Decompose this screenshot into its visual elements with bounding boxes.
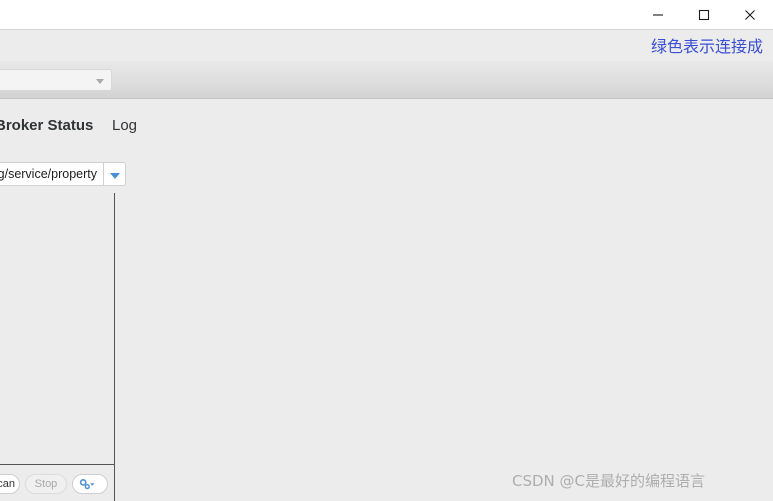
maximize-button[interactable] xyxy=(681,0,727,30)
application-window: 绿色表示连接成 Connect Disconnect Broker Status xyxy=(0,0,773,501)
minimize-icon xyxy=(653,14,663,16)
scan-options-button[interactable] xyxy=(72,474,108,494)
subscription-list-panel[interactable] xyxy=(0,193,115,464)
close-icon xyxy=(745,10,755,20)
scan-button[interactable]: can xyxy=(0,474,20,494)
close-button[interactable] xyxy=(727,0,773,30)
minimize-button[interactable] xyxy=(635,0,681,30)
chevron-down-icon xyxy=(110,173,120,179)
gear-dropdown-glyph xyxy=(79,479,95,490)
subscribe-toolbar: g/service/property Subscribe QoS 0 QoS 1… xyxy=(0,155,773,341)
title-bar xyxy=(0,0,773,30)
connection-toolbar: Connect Disconnect xyxy=(0,61,773,152)
annotation-label: 绿色表示连接成 xyxy=(650,37,763,56)
topic-history-dropdown[interactable] xyxy=(104,162,126,186)
topic-input[interactable]: g/service/property xyxy=(0,162,104,186)
annotation-strip: 绿色表示连接成 xyxy=(0,31,773,61)
message-list-area[interactable] xyxy=(116,193,773,501)
stop-button[interactable]: Stop xyxy=(25,474,67,494)
tab-bar: Broker Status Log xyxy=(0,100,773,155)
tab-broker-status[interactable]: Broker Status xyxy=(0,117,93,134)
scan-toolbar: can Stop xyxy=(0,464,115,501)
broker-profile-select[interactable] xyxy=(0,69,112,91)
maximize-icon xyxy=(698,9,710,21)
window-controls xyxy=(635,0,773,30)
gear-dropdown-icon xyxy=(79,478,95,492)
chevron-down-icon xyxy=(96,79,104,84)
tab-log[interactable]: Log xyxy=(112,117,137,134)
